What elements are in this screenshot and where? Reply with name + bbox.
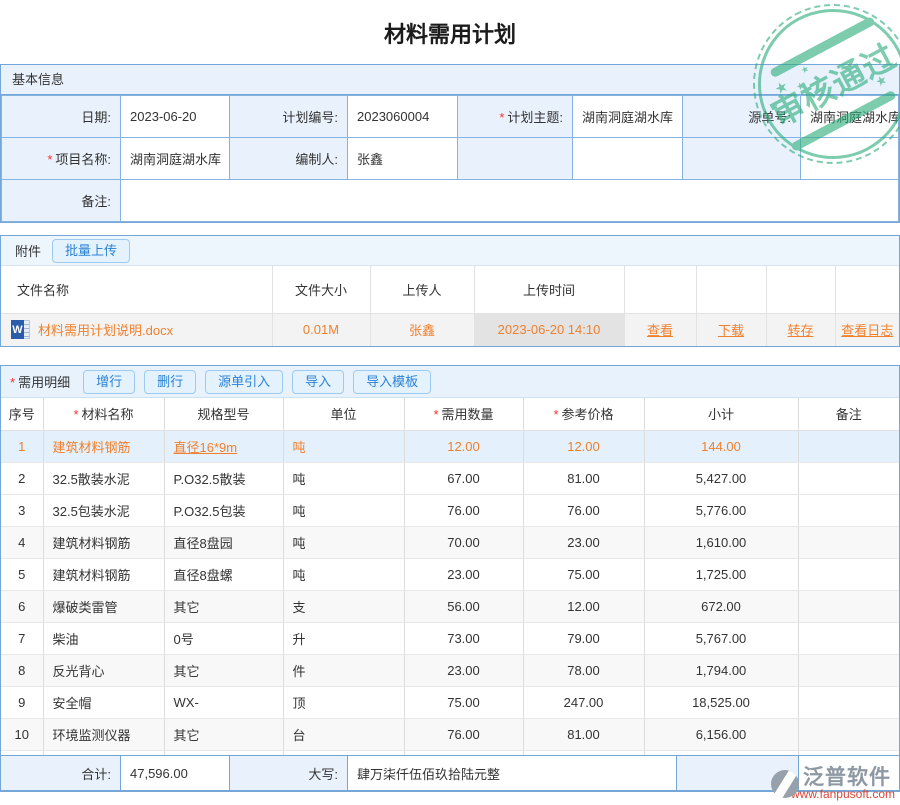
- amount-in-words-label: 大写:: [229, 756, 347, 790]
- page-title: 材料需用计划: [0, 0, 900, 64]
- delete-row-button[interactable]: 删行: [144, 370, 196, 394]
- import-template-button[interactable]: 导入模板: [353, 370, 431, 394]
- table-row[interactable]: 8 反光背心 其它 件 23.00 78.00 1,794.00: [1, 654, 899, 686]
- col-spec: 规格型号: [164, 398, 283, 430]
- remark-value: [121, 180, 899, 222]
- col-file-name: 文件名称: [1, 266, 272, 313]
- project-name-value: 湖南洞庭湖水库: [121, 138, 230, 180]
- table-row[interactable]: 4 建筑材料钢筋 直径8盘园 吨 70.00 23.00 1,610.00: [1, 526, 899, 558]
- word-file-icon: W: [11, 320, 30, 339]
- totals-row: 合计: 47,596.00 大写: 肆万柒仟伍佰玖拾陆元整: [1, 755, 899, 791]
- file-name[interactable]: 材料需用计划说明.docx: [38, 320, 173, 339]
- view-log-link[interactable]: 查看日志: [841, 323, 893, 338]
- compiler-value: 张鑫: [348, 138, 458, 180]
- total-label: 合计:: [1, 756, 120, 790]
- table-row[interactable]: 6 爆破类雷管 其它 支 56.00 12.00 672.00: [1, 590, 899, 622]
- required-mark: *: [47, 152, 52, 167]
- details-header-row: 序号 *材料名称 规格型号 单位 *需用数量 *参考价格 小计 备注: [1, 398, 899, 430]
- empty-value-cell: [573, 138, 683, 180]
- col-action: [696, 266, 766, 313]
- spec-link[interactable]: 直径16*9m: [174, 440, 238, 455]
- source-number-value: 湖南洞庭湖水库: [801, 96, 899, 138]
- source-number-label: 源单号:: [683, 96, 801, 138]
- col-index: 序号: [1, 398, 43, 430]
- remark-label: 备注:: [2, 180, 121, 222]
- table-row[interactable]: 9 安全帽 WX- 顶 75.00 247.00 18,525.00: [1, 686, 899, 718]
- table-row[interactable]: 10 环境监测仪器 其它 台 76.00 81.00 6,156.00: [1, 718, 899, 750]
- col-file-size: 文件大小: [272, 266, 370, 313]
- empty-label-cell: [458, 138, 573, 180]
- required-mark: *: [499, 110, 504, 125]
- basic-info-header: 基本信息: [1, 65, 899, 95]
- attachments-title: 附件: [15, 241, 41, 260]
- details-table: 序号 *材料名称 规格型号 单位 *需用数量 *参考价格 小计 备注 1 建筑材…: [1, 398, 899, 755]
- file-uploader: 张鑫: [370, 313, 474, 346]
- details-section: *需用明细 增行 删行 源单引入 导入 导入模板 序号 *材料名称 规格型号 单…: [0, 365, 900, 792]
- details-title: *需用明细: [10, 372, 70, 391]
- table-row[interactable]: 2 32.5散装水泥 P.O32.5散装 吨 67.00 81.00 5,427…: [1, 462, 899, 494]
- file-upload-time: 2023-06-20 14:10: [474, 313, 624, 346]
- plan-subject-label: *计划主题:: [458, 96, 573, 138]
- batch-upload-button[interactable]: 批量上传: [52, 239, 130, 263]
- plan-number-label: 计划编号:: [230, 96, 348, 138]
- col-price: *参考价格: [523, 398, 644, 430]
- empty-label-cell: [683, 138, 801, 180]
- col-unit: 单位: [283, 398, 404, 430]
- col-material: *材料名称: [43, 398, 164, 430]
- table-row[interactable]: 7 柴油 0号 升 73.00 79.00 5,767.00: [1, 622, 899, 654]
- required-mark: *: [10, 375, 15, 390]
- view-link[interactable]: 查看: [647, 323, 673, 338]
- details-toolbar: *需用明细 增行 删行 源单引入 导入 导入模板: [1, 366, 899, 398]
- import-button[interactable]: 导入: [292, 370, 344, 394]
- basic-info-section: 基本信息 日期: 2023-06-20 计划编号: 2023060004 *计划…: [0, 64, 900, 223]
- date-label: 日期:: [2, 96, 121, 138]
- plan-subject-value: 湖南洞庭湖水库: [573, 96, 683, 138]
- table-row[interactable]: 5 建筑材料钢筋 直径8盘螺 吨 23.00 75.00 1,725.00: [1, 558, 899, 590]
- vendor-logo: 泛普软件 www.fanpusoft.com: [771, 768, 895, 800]
- col-upload-time: 上传时间: [474, 266, 624, 313]
- table-row[interactable]: 3 32.5包装水泥 P.O32.5包装 吨 76.00 76.00 5,776…: [1, 494, 899, 526]
- attachments-table: 文件名称 文件大小 上传人 上传时间 W 材料需用计划说明.docx 0.01M…: [1, 266, 899, 346]
- transfer-link[interactable]: 转存: [787, 323, 813, 338]
- col-action: [766, 266, 835, 313]
- total-value: 47,596.00: [120, 756, 229, 790]
- download-link[interactable]: 下载: [718, 323, 744, 338]
- compiler-label: 编制人:: [230, 138, 348, 180]
- attachment-row: W 材料需用计划说明.docx 0.01M 张鑫 2023-06-20 14:1…: [1, 313, 899, 346]
- project-name-label: *项目名称:: [2, 138, 121, 180]
- empty-value-cell: [801, 138, 899, 180]
- source-import-button[interactable]: 源单引入: [205, 370, 283, 394]
- table-row[interactable]: 1 建筑材料钢筋 直径16*9m 吨 12.00 12.00 144.00: [1, 430, 899, 462]
- col-remark: 备注: [798, 398, 899, 430]
- file-size: 0.01M: [272, 313, 370, 346]
- vendor-name: 泛普软件: [803, 768, 895, 788]
- attachments-section: 附件 批量上传 文件名称 文件大小 上传人 上传时间 W 材料需用计划说明.do…: [0, 235, 900, 347]
- col-subtotal: 小计: [644, 398, 798, 430]
- vendor-url: www.fanpusoft.com: [791, 788, 895, 800]
- col-uploader: 上传人: [370, 266, 474, 313]
- col-action: [624, 266, 696, 313]
- col-action: [835, 266, 899, 313]
- fanpu-logo-icon: [771, 770, 799, 798]
- col-qty: *需用数量: [404, 398, 523, 430]
- date-value: 2023-06-20: [121, 96, 230, 138]
- add-row-button[interactable]: 增行: [83, 370, 135, 394]
- plan-number-value: 2023060004: [348, 96, 458, 138]
- basic-info-table: 日期: 2023-06-20 计划编号: 2023060004 *计划主题: 湖…: [1, 95, 899, 222]
- amount-in-words-value: 肆万柒仟伍佰玖拾陆元整: [347, 756, 676, 790]
